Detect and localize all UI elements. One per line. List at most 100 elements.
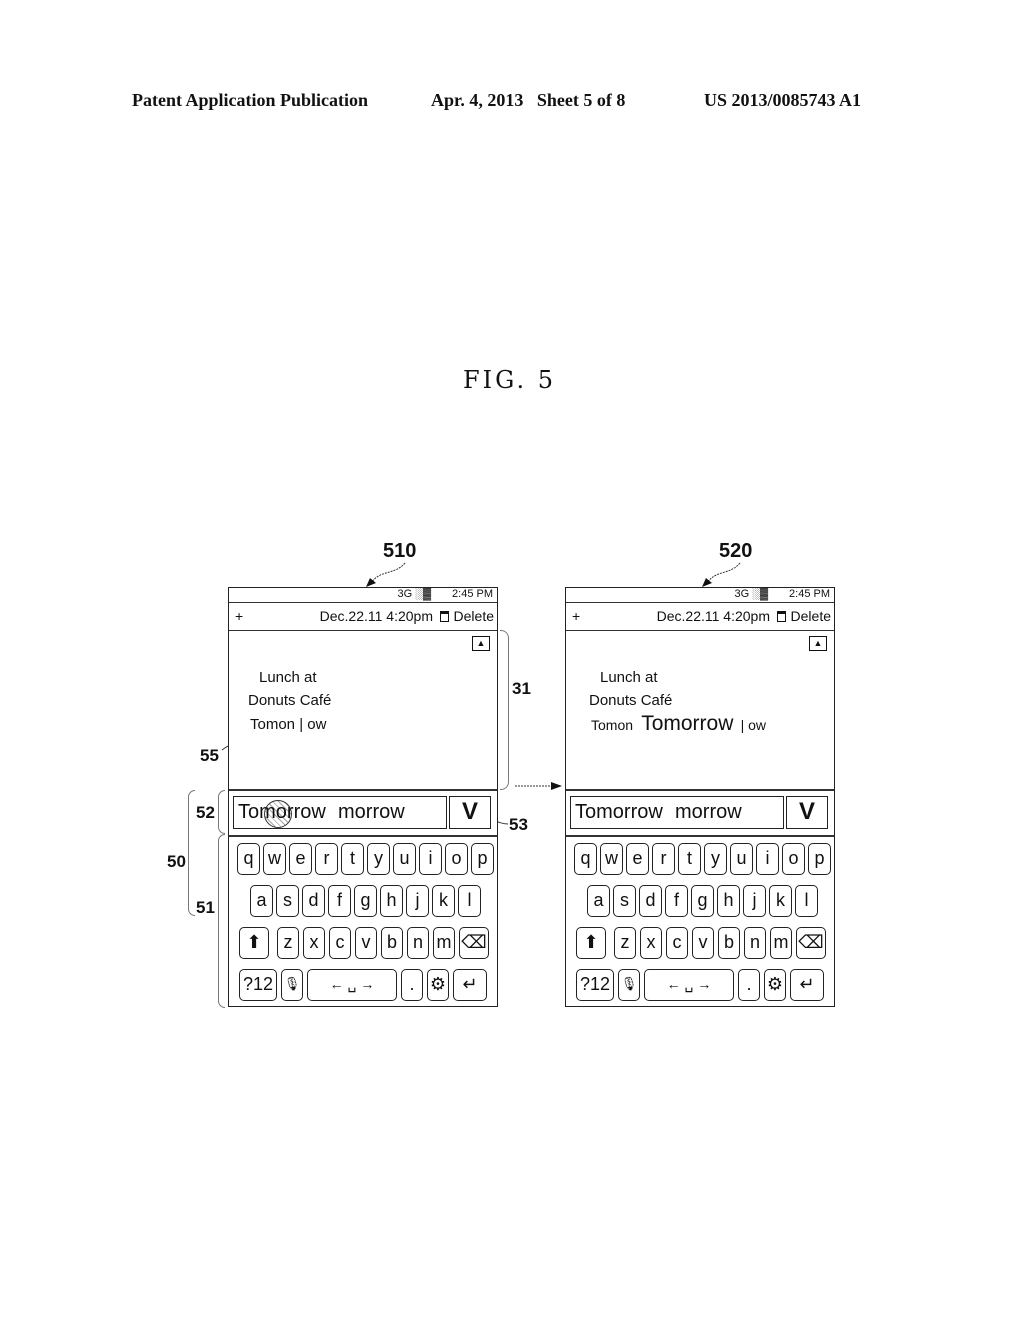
memo-tail-text: | ow (740, 717, 766, 733)
key-a[interactable]: a (250, 885, 273, 917)
candidate-word-2[interactable]: morrow (675, 797, 742, 827)
enter-key[interactable]: ↵ (453, 969, 487, 1001)
symbols-key[interactable]: ?12 (239, 969, 277, 1001)
key-x[interactable]: x (640, 927, 662, 959)
key-p[interactable]: p (808, 843, 831, 875)
key-q[interactable]: q (237, 843, 260, 875)
key-m[interactable]: m (433, 927, 455, 959)
scroll-up-button[interactable]: ▲ (809, 636, 827, 651)
backspace-key[interactable]: ⌫ (796, 927, 826, 959)
key-y[interactable]: y (704, 843, 727, 875)
key-n[interactable]: n (407, 927, 429, 959)
key-z[interactable]: z (277, 927, 299, 959)
memo-line-2: Donuts Café (589, 692, 673, 709)
candidate-bar: Tomorrow morrow V (229, 791, 497, 837)
key-e[interactable]: e (289, 843, 312, 875)
network-indicator: 3G ░▓ (397, 588, 431, 600)
add-button[interactable]: + (572, 608, 580, 624)
key-m[interactable]: m (770, 927, 792, 959)
add-button[interactable]: + (235, 608, 243, 624)
key-u[interactable]: u (393, 843, 416, 875)
key-c[interactable]: c (666, 927, 688, 959)
key-i[interactable]: i (419, 843, 442, 875)
key-o[interactable]: o (445, 843, 468, 875)
key-g[interactable]: g (691, 885, 714, 917)
key-k[interactable]: k (432, 885, 455, 917)
network-indicator: 3G ░▓ (734, 588, 768, 600)
key-k[interactable]: k (769, 885, 792, 917)
key-s[interactable]: s (613, 885, 636, 917)
mic-key[interactable]: 🎙 (618, 969, 640, 1001)
key-d[interactable]: d (639, 885, 662, 917)
candidate-word-2[interactable]: morrow (338, 797, 405, 827)
settings-key[interactable]: ⚙ (764, 969, 786, 1001)
key-u[interactable]: u (730, 843, 753, 875)
key-r[interactable]: r (652, 843, 675, 875)
trash-icon (440, 611, 449, 622)
memo-line-2: Donuts Café (248, 692, 332, 709)
key-b[interactable]: b (381, 927, 403, 959)
key-t[interactable]: t (678, 843, 701, 875)
symbols-key[interactable]: ?12 (576, 969, 614, 1001)
key-w[interactable]: w (600, 843, 623, 875)
key-n[interactable]: n (744, 927, 766, 959)
key-l[interactable]: l (795, 885, 818, 917)
key-o[interactable]: o (782, 843, 805, 875)
key-h[interactable]: h (717, 885, 740, 917)
memo-area[interactable]: ▲ Lunch at Donuts Café Tomon | ow (229, 631, 497, 791)
key-s[interactable]: s (276, 885, 299, 917)
key-j[interactable]: j (406, 885, 429, 917)
space-key[interactable]: ← ␣ → (644, 969, 734, 1001)
key-p[interactable]: p (471, 843, 494, 875)
memo-area[interactable]: ▲ Lunch at Donuts Café Tomon Tomorrow | … (566, 631, 834, 791)
key-h[interactable]: h (380, 885, 403, 917)
trash-icon (777, 611, 786, 622)
key-i[interactable]: i (756, 843, 779, 875)
candidate-bar: Tomorrow morrow V (566, 791, 834, 837)
key-y[interactable]: y (367, 843, 390, 875)
memo-line-1: Lunch at (600, 669, 658, 686)
candidate-list: Tomorrow morrow (233, 796, 447, 829)
period-key[interactable]: . (738, 969, 760, 1001)
key-v[interactable]: v (692, 927, 714, 959)
scroll-up-button[interactable]: ▲ (472, 636, 490, 651)
key-e[interactable]: e (626, 843, 649, 875)
key-t[interactable]: t (341, 843, 364, 875)
key-v[interactable]: v (355, 927, 377, 959)
arrow-510 (366, 578, 376, 587)
enter-key[interactable]: ↵ (790, 969, 824, 1001)
key-g[interactable]: g (354, 885, 377, 917)
settings-key[interactable]: ⚙ (427, 969, 449, 1001)
memo-inserted-word: Tomorrow (641, 712, 734, 735)
delete-button[interactable]: Delete (454, 608, 494, 624)
space-key[interactable]: ← ␣ → (307, 969, 397, 1001)
key-f[interactable]: f (328, 885, 351, 917)
mic-key[interactable]: 🎙 (281, 969, 303, 1001)
shift-key[interactable]: ⬆ (239, 927, 269, 959)
key-z[interactable]: z (614, 927, 636, 959)
key-f[interactable]: f (665, 885, 688, 917)
key-l[interactable]: l (458, 885, 481, 917)
key-j[interactable]: j (743, 885, 766, 917)
key-b[interactable]: b (718, 927, 740, 959)
title-bar: + Dec.22.11 4:20pm Delete (566, 603, 834, 631)
key-c[interactable]: c (329, 927, 351, 959)
clock: 2:45 PM (789, 588, 830, 600)
key-d[interactable]: d (302, 885, 325, 917)
title-bar: + Dec.22.11 4:20pm Delete (229, 603, 497, 631)
shift-key[interactable]: ⬆ (576, 927, 606, 959)
key-w[interactable]: w (263, 843, 286, 875)
key-q[interactable]: q (574, 843, 597, 875)
key-x[interactable]: x (303, 927, 325, 959)
confirm-button[interactable]: V (449, 796, 491, 829)
key-r[interactable]: r (315, 843, 338, 875)
screen-510: 3G ░▓ 2:45 PM + Dec.22.11 4:20pm Delete … (228, 587, 498, 1007)
backspace-key[interactable]: ⌫ (459, 927, 489, 959)
period-key[interactable]: . (401, 969, 423, 1001)
leader-510 (371, 562, 406, 583)
candidate-word-1[interactable]: Tomorrow (575, 797, 663, 827)
leader-lines (221, 562, 741, 825)
delete-button[interactable]: Delete (791, 608, 831, 624)
confirm-button[interactable]: V (786, 796, 828, 829)
key-a[interactable]: a (587, 885, 610, 917)
